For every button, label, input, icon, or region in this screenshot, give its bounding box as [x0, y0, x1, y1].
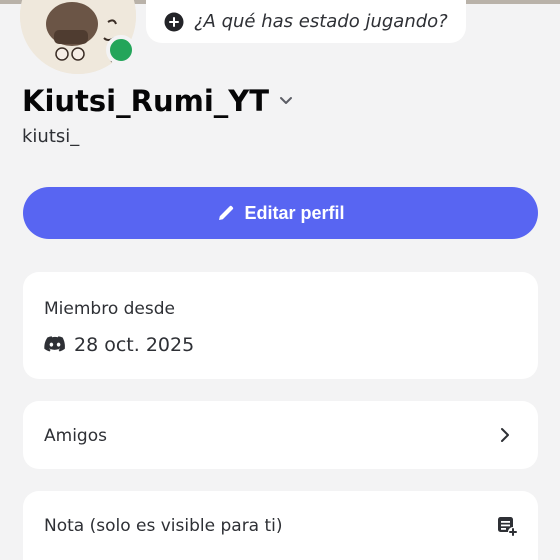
friends-row[interactable]: Amigos: [23, 401, 538, 469]
chevron-right-icon: [501, 428, 509, 442]
discord-icon: [44, 336, 65, 352]
note-add-icon[interactable]: [496, 515, 518, 537]
display-name: Kiutsi_Rumi_YT: [22, 84, 270, 118]
username: kiutsi_: [22, 126, 80, 147]
friends-label: Amigos: [44, 426, 107, 446]
member-since-title: Miembro desde: [44, 299, 175, 319]
member-since-card: Miembro desde 28 oct. 2025: [23, 272, 538, 379]
edit-profile-label: Editar perfil: [244, 202, 345, 223]
note-card[interactable]: Nota (solo es visible para ti): [23, 491, 538, 560]
custom-status-bubble[interactable]: ¿A qué has estado jugando?: [146, 0, 466, 43]
status-placeholder: ¿A qué has estado jugando?: [194, 11, 448, 32]
display-name-switcher[interactable]: Kiutsi_Rumi_YT: [22, 84, 295, 118]
member-since-row: 28 oct. 2025: [44, 334, 194, 356]
add-circle-icon: [164, 12, 184, 31]
profile-page: ¿A qué has estado jugando? Kiutsi_Rumi_Y…: [0, 0, 560, 560]
note-label: Nota (solo es visible para ti): [44, 516, 283, 536]
chevron-down-icon: [280, 97, 293, 104]
edit-profile-button[interactable]: Editar perfil: [23, 187, 538, 239]
member-since-date: 28 oct. 2025: [74, 334, 195, 356]
pencil-icon: [219, 205, 234, 220]
online-status-indicator: [106, 35, 136, 65]
